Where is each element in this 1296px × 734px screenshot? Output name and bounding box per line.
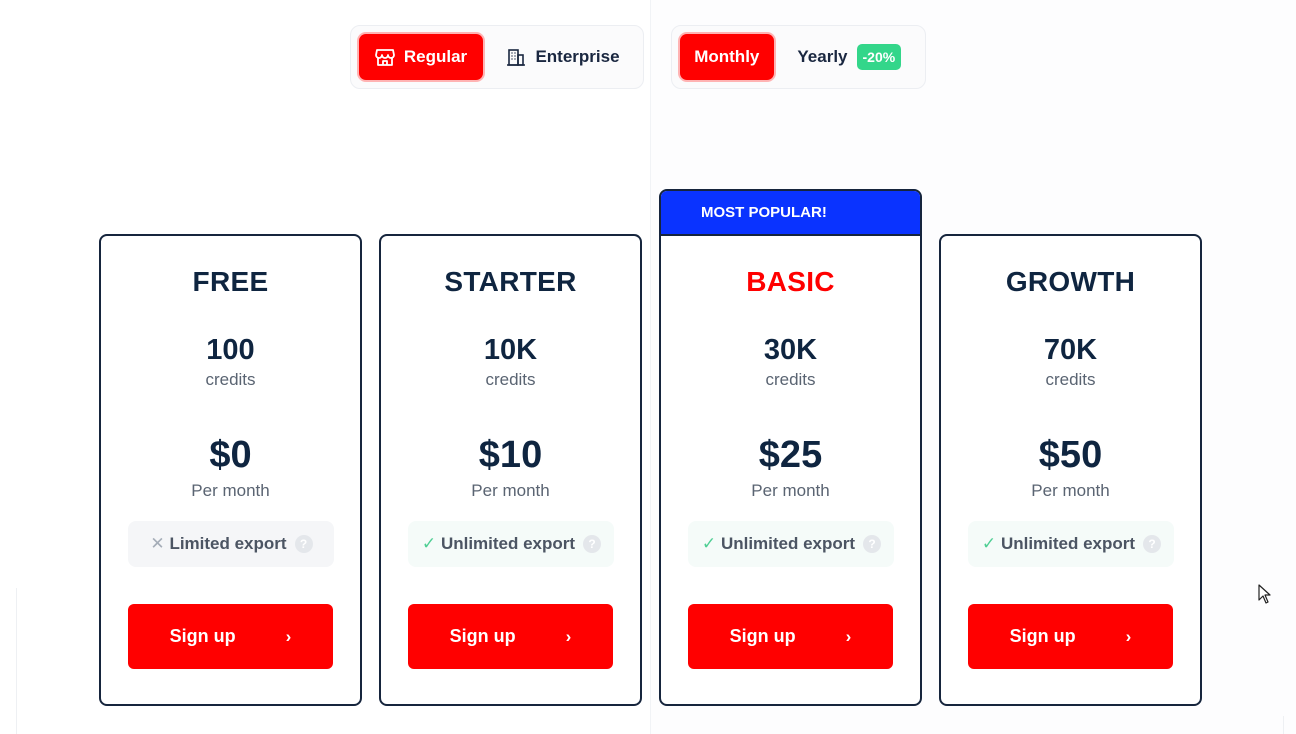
plan-price: $50 (1038, 434, 1103, 476)
sign-up-button[interactable]: Sign up › (408, 604, 613, 669)
frame-edge (16, 588, 17, 734)
sign-up-button[interactable]: Sign up › (968, 604, 1173, 669)
plan-card-starter: STARTER 10K credits $10 Per month ✓ Unli… (379, 234, 642, 706)
store-icon (374, 47, 395, 67)
regular-toggle-button[interactable]: Regular (359, 34, 483, 80)
sign-up-label: Sign up (729, 626, 796, 646)
building-icon (506, 47, 526, 67)
sign-up-label: Sign up (1009, 626, 1076, 646)
export-feature: ✓ Unlimited export ? (688, 521, 894, 567)
help-icon[interactable]: ? (1143, 535, 1162, 553)
help-icon[interactable]: ? (294, 535, 313, 553)
credits-label: credits (765, 370, 816, 389)
monthly-toggle-button[interactable]: Monthly (680, 34, 774, 80)
plan-name: GROWTH (1005, 266, 1136, 297)
mouse-cursor-icon (1258, 584, 1272, 609)
sign-up-button[interactable]: Sign up › (688, 604, 893, 669)
credits-label: credits (205, 370, 256, 389)
discount-badge: -20% (856, 44, 902, 70)
credits-amount: 10K (483, 334, 538, 366)
check-icon: ✓ (981, 534, 997, 553)
plan-price: $10 (478, 434, 543, 476)
plan-price: $25 (758, 434, 823, 476)
plan-name: BASIC (746, 266, 835, 297)
sign-up-button[interactable]: Sign up › (128, 604, 333, 669)
price-period: Per month (1031, 481, 1110, 500)
billing-period-toggle: Monthly Yearly -20% (671, 25, 926, 89)
monthly-label: Monthly (694, 47, 760, 66)
enterprise-label: Enterprise (535, 47, 620, 66)
check-icon: ✓ (421, 534, 437, 553)
plan-name: FREE (192, 266, 269, 297)
vertical-divider (650, 0, 651, 734)
regular-label: Regular (403, 47, 468, 66)
feature-label: Limited export (169, 534, 287, 553)
plan-card-growth: GROWTH 70K credits $50 Per month ✓ Unlim… (939, 234, 1202, 706)
check-icon: ✓ (701, 534, 717, 553)
chevron-right-icon: › (285, 626, 292, 646)
credits-label: credits (485, 370, 536, 389)
credits-amount: 30K (763, 334, 818, 366)
price-period: Per month (471, 481, 550, 500)
enterprise-toggle-button[interactable]: Enterprise (491, 34, 635, 80)
help-icon[interactable]: ? (863, 535, 882, 553)
export-feature: ✕ Limited export ? (128, 521, 334, 567)
feature-label: Unlimited export (720, 534, 856, 553)
frame-edge (1283, 716, 1284, 734)
chevron-right-icon: › (1125, 626, 1132, 646)
plan-card-free: FREE 100 credits $0 Per month ✕ Limited … (99, 234, 362, 706)
most-popular-banner: MOST POPULAR! (661, 191, 920, 236)
export-feature: ✓ Unlimited export ? (968, 521, 1174, 567)
export-feature: ✓ Unlimited export ? (408, 521, 614, 567)
help-icon[interactable]: ? (583, 535, 602, 553)
chevron-right-icon: › (845, 626, 852, 646)
plan-name: STARTER (444, 266, 577, 297)
yearly-toggle-button[interactable]: Yearly -20% (782, 34, 917, 80)
credits-amount: 70K (1043, 334, 1098, 366)
price-period: Per month (751, 481, 830, 500)
chevron-right-icon: › (565, 626, 572, 646)
price-period: Per month (191, 481, 270, 500)
plan-type-toggle: Regular Enterprise (350, 25, 644, 89)
sign-up-label: Sign up (169, 626, 236, 646)
plan-card-basic: MOST POPULAR! BASIC 30K credits $25 Per … (659, 189, 922, 706)
sign-up-label: Sign up (449, 626, 516, 646)
credits-amount: 100 (206, 334, 255, 366)
cross-icon: ✕ (150, 534, 165, 553)
credits-label: credits (1045, 370, 1096, 389)
plan-price: $0 (209, 434, 252, 476)
feature-label: Unlimited export (1000, 534, 1136, 553)
yearly-label: Yearly (797, 47, 848, 66)
feature-label: Unlimited export (440, 534, 576, 553)
